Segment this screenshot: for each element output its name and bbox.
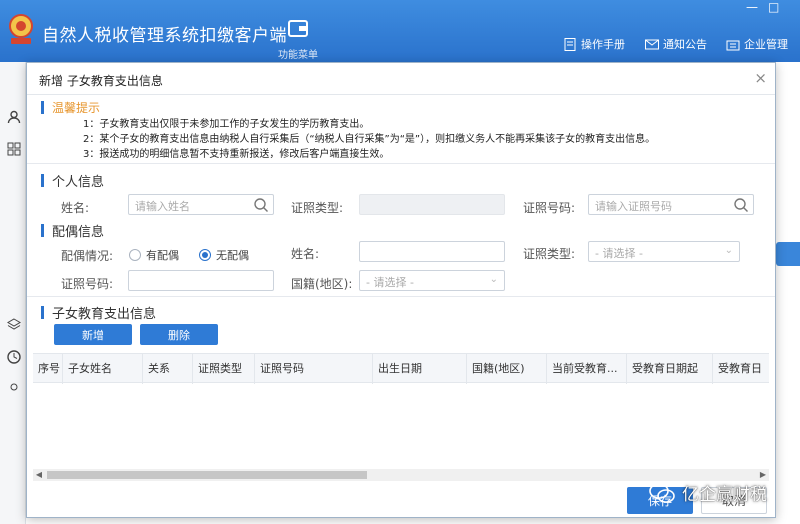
spouse-name-label: 姓名: (291, 247, 320, 261)
id-type-field (359, 194, 505, 215)
spouse-id-type-label: 证照类型: (523, 247, 576, 261)
close-icon[interactable]: × (754, 69, 767, 87)
spouse-section-title: 配偶信息 (41, 221, 104, 240)
section-marker (41, 101, 44, 114)
section-divider (27, 296, 775, 297)
spouse-id-type-select[interactable]: - 请选择 - ⌄ (588, 241, 740, 262)
spouse-status-label: 配偶情况: (61, 249, 114, 263)
spouse-nationality-placeholder: - 请选择 - (366, 276, 414, 289)
tips-section-title: 温馨提示 (41, 99, 100, 116)
child-education-dialog: 新增 子女教育支出信息 × 温馨提示 1：子女教育支出仅限于未参加工作的子女发生… (26, 62, 776, 518)
tips-list: 1：子女教育支出仅限于未参加工作的子女发生的学历教育支出。 2：某个子女的教育支… (83, 117, 655, 162)
children-section-title: 子女教育支出信息 (41, 303, 156, 322)
chevron-down-icon: ⌄ (724, 245, 733, 256)
document-icon (564, 37, 576, 51)
scroll-left-icon[interactable]: ◀ (33, 469, 45, 481)
user-icon[interactable] (7, 110, 21, 124)
notice-label: 通知公告 (663, 38, 707, 51)
circle-icon[interactable] (7, 380, 21, 394)
spouse-id-number-label: 证照号码: (61, 277, 114, 291)
id-number-search-input[interactable]: 请输入证照号码 (588, 194, 754, 215)
section-marker (41, 224, 44, 237)
notice-link[interactable]: 通知公告 (645, 36, 707, 52)
spouse-nationality-select[interactable]: - 请选择 - ⌄ (359, 270, 505, 291)
minimize-button[interactable]: — (746, 0, 758, 14)
watermark: 亿企赢财税 (648, 480, 767, 505)
background-side-button[interactable] (776, 242, 800, 266)
name-search-input[interactable]: 请输入姓名 (128, 194, 274, 215)
column-header[interactable]: 关系 (143, 354, 193, 384)
section-marker (41, 174, 44, 187)
search-icon[interactable] (733, 197, 749, 213)
chevron-down-icon: ⌄ (489, 274, 498, 285)
children-title: 子女教育支出信息 (52, 307, 157, 322)
column-header[interactable]: 证照号码 (255, 354, 373, 384)
column-header[interactable]: 国籍(地区) (467, 354, 547, 384)
dialog-header: 新增 子女教育支出信息 × (27, 63, 775, 95)
column-header[interactable]: 证照类型 (193, 354, 255, 384)
search-icon[interactable] (253, 197, 269, 213)
maximize-button[interactable]: □ (768, 0, 779, 14)
radio-no-spouse-label: 无配偶 (216, 249, 249, 262)
enterprise-management-label: 企业管理 (744, 38, 788, 51)
id-number-placeholder: 请输入证照号码 (595, 200, 672, 213)
section-marker (41, 306, 44, 319)
scrollbar-thumb[interactable] (47, 471, 367, 479)
spouse-id-number-input[interactable] (128, 270, 274, 291)
column-header[interactable]: 受教育日期起 (627, 354, 713, 384)
app-header: 自然人税收管理系统扣缴客户端 功能菜单 操作手册 通知公告 企业管理 — □ (0, 0, 800, 62)
name-placeholder: 请输入姓名 (135, 200, 190, 213)
app-title: 自然人税收管理系统扣缴客户端 (42, 26, 287, 46)
function-menu-button[interactable]: 功能菜单 (274, 18, 322, 61)
tips-title: 温馨提示 (52, 101, 101, 115)
radio-button-selected[interactable] (199, 249, 211, 261)
background-sidebar (0, 62, 26, 524)
add-child-button[interactable]: 新增 (54, 324, 132, 345)
tax-emblem-icon (9, 14, 33, 44)
wallet-icon (288, 20, 308, 37)
operation-manual-link[interactable]: 操作手册 (563, 36, 625, 52)
grid-menu-icon[interactable] (7, 142, 21, 156)
id-type-label: 证照类型: (291, 201, 344, 215)
radio-has-spouse-label: 有配偶 (146, 249, 179, 262)
building-icon (726, 40, 740, 50)
function-menu-label: 功能菜单 (278, 50, 318, 61)
delete-child-button[interactable]: 删除 (140, 324, 218, 345)
radio-button[interactable] (129, 249, 141, 261)
clock-icon[interactable] (7, 350, 21, 364)
dialog-title: 新增 子女教育支出信息 (39, 74, 163, 88)
personal-section-title: 个人信息 (41, 171, 104, 190)
column-header[interactable]: 当前受教育... (547, 354, 627, 384)
wechat-icon (649, 482, 675, 503)
layers-icon[interactable] (7, 318, 21, 332)
operation-manual-label: 操作手册 (581, 38, 625, 51)
enterprise-management-link[interactable]: 企业管理 (726, 36, 788, 52)
spouse-id-type-placeholder: - 请选择 - (595, 247, 643, 260)
personal-title: 个人信息 (52, 175, 105, 190)
mail-icon (645, 39, 659, 49)
spouse-title: 配偶信息 (52, 225, 105, 240)
column-header[interactable]: 子女姓名 (63, 354, 143, 384)
column-header[interactable]: 序号 (33, 354, 63, 384)
tip-line: 3：报送成功的明细信息暂不支持重新报送，修改后客户端直接生效。 (83, 149, 390, 160)
spouse-name-input[interactable] (359, 241, 505, 262)
children-table-header: 序号 子女姓名 关系 证照类型 证照号码 出生日期 国籍(地区) 当前受教育..… (33, 353, 769, 384)
tip-line: 1：子女教育支出仅限于未参加工作的子女发生的学历教育支出。 (83, 119, 370, 130)
spouse-nationality-label: 国籍(地区): (291, 277, 353, 291)
tip-line: 2：某个子女的教育支出信息由纳税人自行采集后（“纳税人自行采集”为“是”），则扣… (83, 134, 656, 145)
id-number-label: 证照号码: (523, 201, 576, 215)
watermark-text: 亿企赢财税 (682, 485, 767, 505)
column-header[interactable]: 受教育日 (713, 354, 769, 384)
name-label: 姓名: (61, 201, 90, 215)
section-divider (27, 163, 775, 164)
column-header[interactable]: 出生日期 (373, 354, 467, 384)
radio-has-spouse[interactable]: 有配偶 (129, 247, 179, 263)
radio-no-spouse[interactable]: 无配偶 (199, 247, 249, 263)
